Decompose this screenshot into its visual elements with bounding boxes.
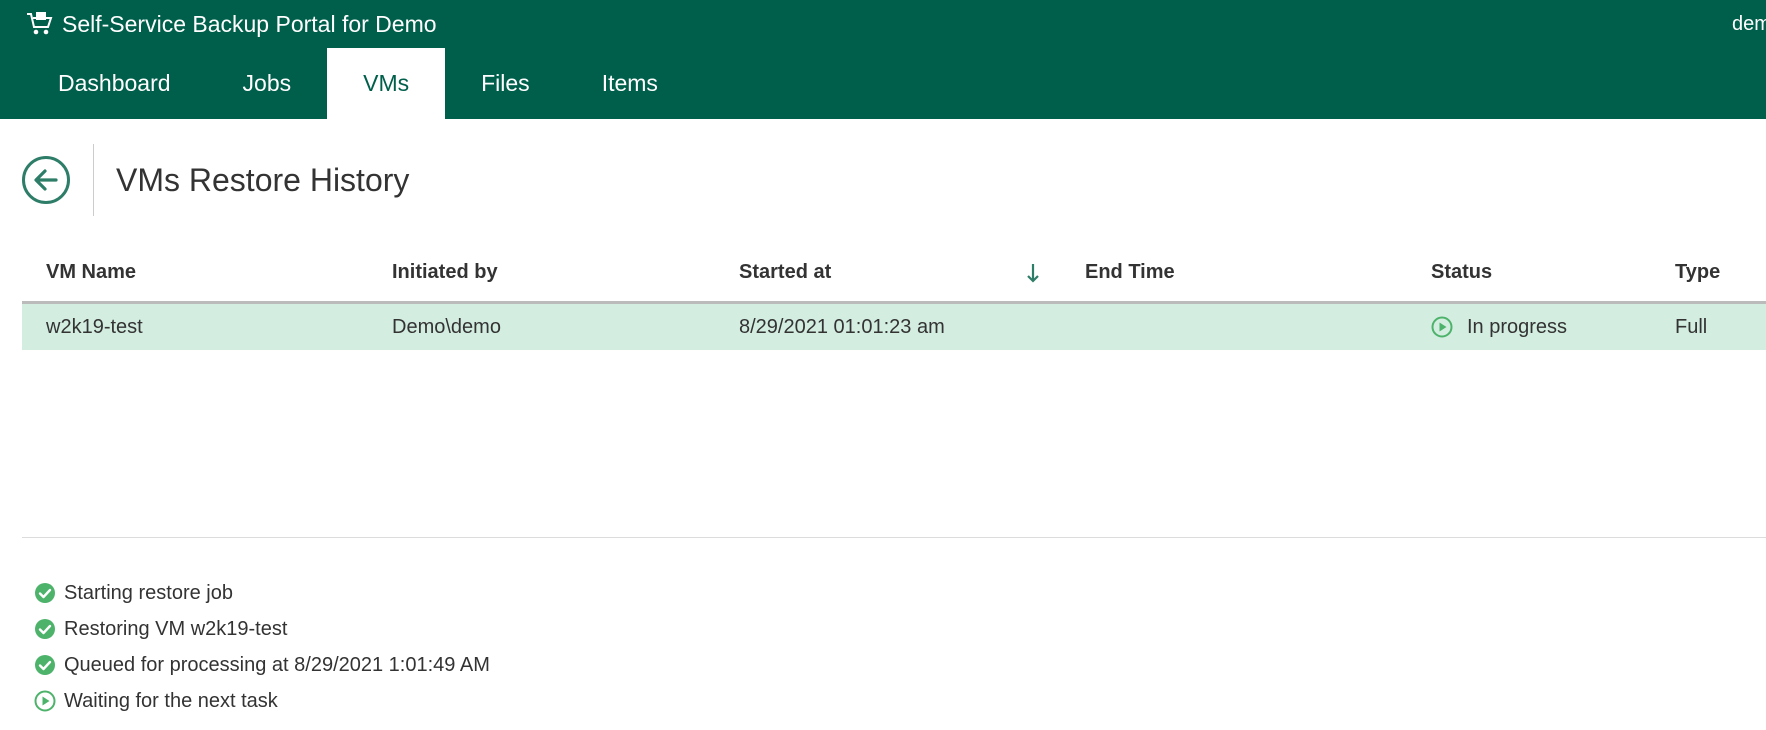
restore-log: Starting restore job Restoring VM w2k19-…	[34, 575, 490, 719]
column-header-status[interactable]: Status	[1431, 244, 1492, 301]
log-item: Queued for processing at 8/29/2021 1:01:…	[34, 647, 490, 683]
check-circle-icon	[35, 583, 55, 603]
log-text: Restoring VM w2k19-test	[64, 617, 288, 640]
tab-jobs[interactable]: Jobs	[207, 48, 328, 119]
cell-started-at: 8/29/2021 01:01:23 am	[739, 315, 945, 338]
restore-history-table: VM Name Initiated by Started at End Time…	[22, 244, 1766, 350]
cell-initiated-by: Demo\demo	[392, 315, 501, 338]
user-menu[interactable]: demo	[1732, 8, 1766, 40]
back-arrow-icon	[34, 169, 58, 191]
section-divider	[22, 537, 1766, 538]
column-header-started-at[interactable]: Started at	[739, 244, 831, 301]
table-header: VM Name Initiated by Started at End Time…	[22, 244, 1766, 304]
status-text: In progress	[1467, 315, 1568, 338]
log-text: Waiting for the next task	[64, 689, 278, 712]
column-header-initiated-by[interactable]: Initiated by	[392, 244, 498, 301]
cart-icon	[27, 12, 53, 35]
tab-dashboard[interactable]: Dashboard	[22, 48, 207, 119]
page-title-bar: VMs Restore History	[22, 144, 409, 216]
sort-descending-icon[interactable]	[1026, 244, 1040, 301]
log-text: Queued for processing at 8/29/2021 1:01:…	[64, 653, 490, 676]
column-header-type[interactable]: Type	[1675, 244, 1720, 301]
page-title: VMs Restore History	[116, 161, 410, 198]
main-tabs: Dashboard Jobs VMs Files Items	[22, 48, 694, 119]
app-brand[interactable]: Self-Service Backup Portal for Demo	[26, 8, 437, 40]
column-header-end-time[interactable]: End Time	[1085, 244, 1175, 301]
log-item: Restoring VM w2k19-test	[34, 611, 490, 647]
table-row[interactable]: w2k19-test Demo\demo 8/29/2021 01:01:23 …	[22, 304, 1766, 350]
tab-vms[interactable]: VMs	[327, 48, 446, 119]
play-circle-icon	[1431, 316, 1453, 338]
cell-type: Full	[1675, 315, 1708, 338]
play-circle-icon	[34, 690, 56, 712]
log-item: Starting restore job	[34, 575, 490, 611]
tab-items[interactable]: Items	[566, 48, 694, 119]
cell-vm-name: w2k19-test	[46, 315, 143, 338]
back-button[interactable]	[22, 156, 70, 204]
check-circle-icon	[35, 655, 55, 675]
app-title: Self-Service Backup Portal for Demo	[62, 10, 437, 37]
top-header: Self-Service Backup Portal for Demo demo…	[0, 0, 1766, 119]
tab-files[interactable]: Files	[445, 48, 566, 119]
check-circle-icon	[35, 619, 55, 639]
log-text: Starting restore job	[64, 581, 233, 604]
title-divider	[93, 144, 94, 216]
column-header-vm-name[interactable]: VM Name	[46, 244, 136, 301]
log-item: Waiting for the next task	[34, 683, 490, 719]
cell-status: In progress	[1431, 304, 1567, 350]
